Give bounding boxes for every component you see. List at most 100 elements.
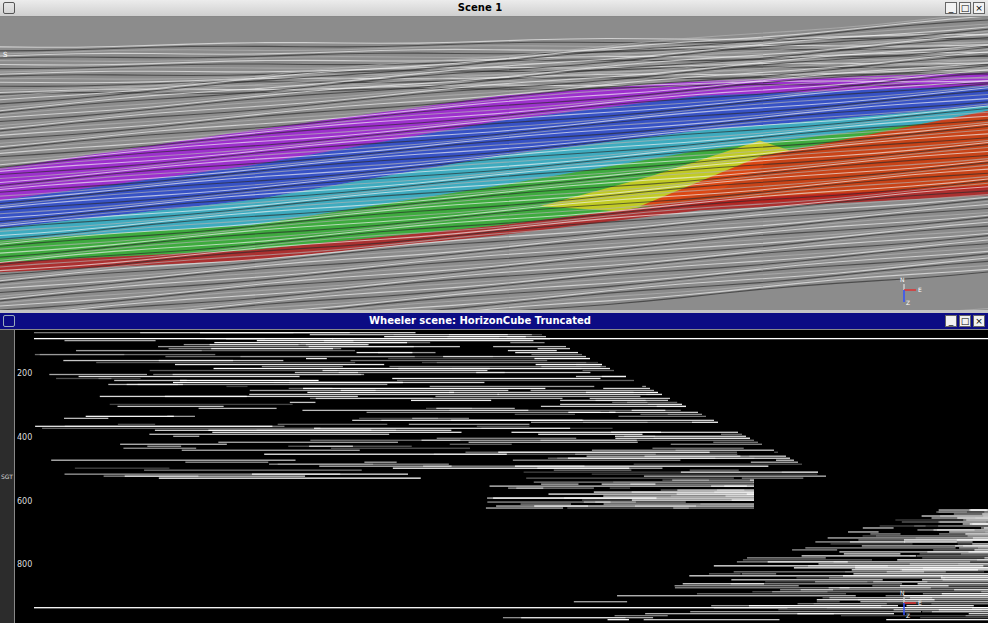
seismic-reflector [0, 187, 988, 271]
horizon-streak [487, 497, 754, 498]
wheeler-diagram[interactable] [34, 330, 988, 623]
horizon-streak [894, 609, 988, 610]
seismic-reflector [0, 156, 988, 240]
horizon-streak [880, 525, 926, 526]
window-button[interactable]: _ [945, 315, 957, 327]
compass-east: E [918, 600, 922, 606]
horizon-streak [843, 575, 988, 576]
horizon-streak [576, 364, 602, 365]
horizon-streak [668, 414, 702, 415]
horizon-streak [548, 493, 754, 494]
horizon-streak [310, 398, 433, 399]
title-bar[interactable]: Scene 1_□× [0, 0, 988, 17]
horizon-streak [982, 513, 988, 514]
horizon-streak [594, 491, 754, 492]
horizon-streak [534, 358, 590, 359]
horizon-streak [933, 549, 988, 550]
horizon-streak [144, 470, 362, 471]
horizon-streak [743, 559, 872, 560]
horizon-streak [149, 434, 389, 435]
seismic-reflector [0, 265, 988, 310]
horizon-streak [863, 535, 988, 536]
horizon-streak [498, 394, 662, 395]
horizon-streak [42, 428, 320, 429]
horizon-streak [397, 380, 634, 381]
wheeler-canvas[interactable]: SGT200400600800NEZ [0, 330, 988, 623]
window-button[interactable]: × [973, 315, 985, 327]
horizon-streak [796, 577, 945, 578]
horizon-streak [531, 422, 718, 423]
horizon-streak [823, 597, 988, 598]
horizon-streak [437, 438, 577, 439]
horizon-streak [510, 342, 544, 343]
scene-canvas[interactable]: SNEZ [0, 17, 988, 310]
horizon-streak [303, 388, 545, 389]
horizon-streak [681, 472, 818, 473]
seismic-reflector [0, 261, 988, 310]
horizon-streak [939, 533, 988, 534]
axis-tick: 200 [15, 368, 32, 432]
horizon-streak [690, 470, 739, 471]
horizon-streak [714, 565, 984, 566]
horizon-streak [923, 593, 988, 594]
seismic-reflector [0, 55, 988, 139]
horizon-streak [531, 354, 582, 355]
horizon-streak [640, 414, 702, 415]
horizon-streak [554, 470, 632, 471]
horizon-streak [805, 547, 955, 548]
horizon-streak [853, 573, 988, 574]
wheeler-window: Wheeler scene: HorizonCube Truncated_□×S… [0, 313, 988, 623]
horizon-streak [624, 436, 655, 437]
compass-north: N [900, 277, 905, 283]
horizon-streak [447, 336, 499, 337]
horizon-streak [828, 537, 988, 538]
horizon-streak [870, 533, 900, 534]
horizon-streak [175, 364, 384, 365]
horizon-streak [451, 420, 714, 421]
horizon-streak [904, 539, 988, 540]
axis-tick: 800 [15, 559, 32, 623]
horizon-streak [818, 563, 988, 564]
horizon-streak [677, 493, 754, 494]
compass-icon [900, 282, 930, 306]
horizon-streak [515, 466, 768, 467]
horizon-streak [852, 569, 978, 570]
horizon-streak [302, 410, 528, 411]
horizon-streak [618, 416, 706, 417]
horizon-streak [961, 553, 988, 554]
horizon-streak [938, 521, 988, 522]
horizon-streak [671, 495, 754, 496]
window-button[interactable]: □ [959, 2, 971, 14]
axis-ticks: 200400600800 [15, 330, 32, 623]
horizon-streak [927, 551, 988, 552]
horizon-streak [51, 460, 295, 461]
horizon-streak [652, 448, 743, 449]
window-button[interactable]: × [973, 2, 985, 14]
title-bar[interactable]: Wheeler scene: HorizonCube Truncated_□× [0, 313, 988, 330]
horizon-streak [262, 366, 343, 367]
window-button[interactable]: □ [959, 315, 971, 327]
horizon-streak [840, 587, 988, 588]
horizon-streak [615, 438, 750, 439]
horizon-streak [742, 573, 776, 574]
horizon-streak [240, 356, 493, 357]
horizon-streak [974, 549, 988, 550]
horizon-streak [860, 601, 988, 602]
compass: NEZ [900, 282, 930, 306]
horizon-streak [887, 571, 924, 572]
horizon-streak [118, 424, 155, 425]
horizon-streak [737, 561, 970, 562]
horizon-streak [226, 386, 247, 387]
horizon-streak [615, 436, 746, 437]
horizon-streak [954, 513, 988, 514]
horizon-streak [742, 477, 803, 478]
horizon-streak [604, 503, 754, 504]
horizon-streak [954, 513, 988, 514]
horizon-streak [721, 434, 742, 435]
horizon-streak [612, 402, 677, 403]
window-button[interactable]: _ [945, 2, 957, 14]
horizon-streak [100, 396, 358, 397]
seismic-section[interactable] [0, 17, 988, 310]
horizon-streak [487, 501, 610, 502]
horizon-streak [398, 368, 610, 369]
